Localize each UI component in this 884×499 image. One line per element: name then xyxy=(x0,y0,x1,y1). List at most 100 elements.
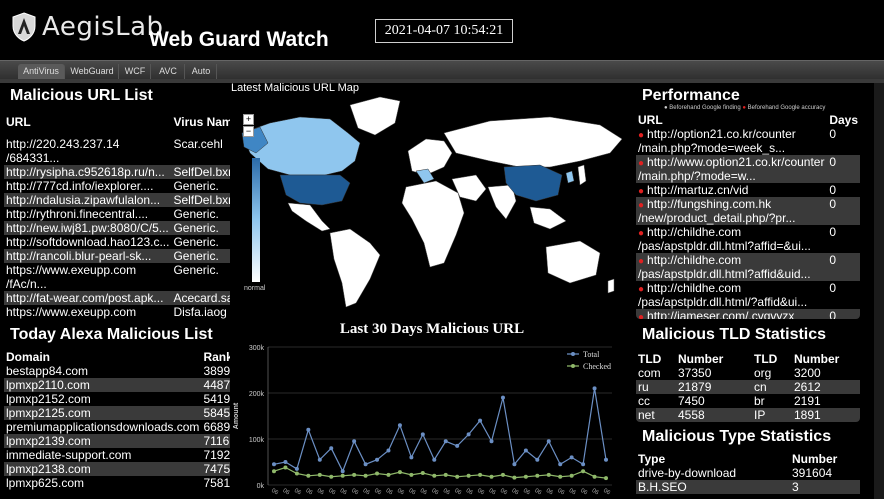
table-row[interactable]: ● http://www.option21.co.kr/counter /main… xyxy=(636,155,860,183)
table-row[interactable]: lpmxp2138.com 7475 xyxy=(4,462,230,476)
data-point-total xyxy=(466,432,471,437)
table-row[interactable]: ru 21879 cn 2612 xyxy=(636,380,860,394)
table-row[interactable]: premiumapplicationsdownloads.com 6689 xyxy=(4,420,230,434)
table-row[interactable]: lpmxp2139.com 7116 xyxy=(4,434,230,448)
data-point-checked xyxy=(558,474,563,479)
table-row[interactable]: ● http://fungshing.com.hk /new/product_de… xyxy=(636,197,860,225)
table-cell: 0 xyxy=(829,281,836,295)
table-cell: IP xyxy=(752,408,792,422)
malicious-url-list-panel: Malicious URL List URL Virus Name http:/… xyxy=(4,83,230,319)
data-point-total xyxy=(569,455,574,460)
data-point-total xyxy=(272,462,276,467)
data-point-checked xyxy=(512,475,517,480)
app-title: Web Guard Watch xyxy=(149,28,329,51)
cell-text: http://www.option21.co.kr/counter /main.… xyxy=(638,155,825,183)
table-row[interactable]: http://rancoli.blur-pearl-sk... Generic. xyxy=(4,249,230,263)
table-cell: lpmxp625.com xyxy=(6,476,85,490)
table-row[interactable]: http://softdownload.hao123.c... Generic. xyxy=(4,235,230,249)
x-tick-label: 06 xyxy=(293,488,302,497)
table-row[interactable]: https://www.exeupp.com /fAc/n... Generic. xyxy=(4,263,230,291)
table-row[interactable]: ● http://childhe.com /pas/apstpldr.dll.ht… xyxy=(636,281,860,309)
data-point-checked xyxy=(420,471,425,476)
cell-text: http://martuz.cn/vid xyxy=(647,183,749,197)
column-header: Number xyxy=(678,352,724,366)
table-cell: 6689 xyxy=(203,420,230,434)
table-row[interactable]: B.H.SEO 3 xyxy=(636,480,860,494)
table-row[interactable]: ● http://childhe.com /pas/apstpldr.dll.ht… xyxy=(636,253,860,281)
table-row[interactable]: lpmxp2110.com 4487 xyxy=(4,378,230,392)
y-tick-label: 200k xyxy=(249,391,265,398)
data-point-total xyxy=(604,457,608,462)
data-point-total xyxy=(363,462,368,467)
data-point-checked xyxy=(535,473,540,478)
table-row[interactable]: http://220.243.237.14 /684331... Scar.ceh… xyxy=(4,137,230,165)
table-row[interactable]: cc 7450 br 2191 xyxy=(636,394,860,408)
table-row[interactable]: https://www.exeupp.com Disfa.iaog xyxy=(4,305,230,319)
legend-finding: Beforehand Google finding xyxy=(669,105,741,111)
table-row[interactable]: bestapp84.com 3899 xyxy=(4,364,230,378)
table-row[interactable]: net 4558 IP 1891 xyxy=(636,408,860,422)
table-row[interactable]: ● http://option21.co.kr/counter /main.php… xyxy=(636,127,860,155)
table-cell: http://rancoli.blur-pearl-sk... xyxy=(4,249,172,263)
table-cell: ● http://childhe.com /pas/apstpldr.dll.ht… xyxy=(636,281,827,309)
data-point-checked xyxy=(455,474,460,479)
table-cell: 0 xyxy=(827,309,860,319)
table-cell: 7450 xyxy=(678,394,705,408)
zoom-out-button[interactable]: − xyxy=(243,126,254,137)
data-point-total xyxy=(581,462,586,467)
data-point-total xyxy=(352,439,357,444)
x-tick-label: 06 xyxy=(316,488,325,497)
x-tick-label: 06 xyxy=(476,488,485,497)
column-header: Rank xyxy=(203,350,230,364)
table-row[interactable]: http://ndalusia.zipawfulalon... SelfDel.b… xyxy=(4,193,230,207)
table-cell: http://new.iwj81.pw:8080/C/5... xyxy=(4,221,172,235)
table-row[interactable]: ● http://martuz.cn/vid 0 xyxy=(636,183,860,197)
x-tick-label: 06 xyxy=(556,488,565,497)
table-cell: http://rythroni.finecentral.... xyxy=(6,207,149,221)
table-row[interactable]: immediate-support.com 7192 xyxy=(4,448,230,462)
x-tick-label: 06 xyxy=(591,488,600,497)
world-map[interactable] xyxy=(230,83,634,319)
table-cell: 5845 xyxy=(201,406,230,420)
table-cell: ● http://www.option21.co.kr/counter /main… xyxy=(636,155,828,183)
table-cell: lpmxp2110.com xyxy=(4,378,202,392)
page-scrollbar[interactable] xyxy=(874,83,884,499)
zoom-in-button[interactable]: + xyxy=(243,114,254,125)
table-row[interactable]: http://rythroni.finecentral.... Generic. xyxy=(4,207,230,221)
cell-text: http://childhe.com /pas/apstpldr.dll.htm… xyxy=(638,225,811,253)
data-point-checked xyxy=(478,472,483,477)
tab-wcf[interactable]: WCF xyxy=(120,64,151,79)
table-row[interactable]: lpmxp2152.com 5419 xyxy=(4,392,230,406)
table-row[interactable]: http://new.iwj81.pw:8080/C/5... Generic. xyxy=(4,221,230,235)
column-header: URL xyxy=(638,113,663,127)
tab-webguard[interactable]: WebGuard xyxy=(66,64,119,79)
table-row[interactable]: lpmxp625.com 7581 xyxy=(4,476,230,490)
table-row[interactable]: drive-by-download 391604 xyxy=(636,466,860,480)
data-point-checked xyxy=(546,472,551,477)
data-point-total xyxy=(397,423,402,428)
x-tick-label: 06 xyxy=(396,488,405,497)
data-point-checked xyxy=(375,471,380,476)
column-header: URL xyxy=(6,115,31,129)
table-row[interactable]: com 37350 org 3200 xyxy=(636,366,860,380)
table-cell: 3 xyxy=(790,480,860,494)
tab-antivirus[interactable]: AntiVirus xyxy=(18,64,65,79)
table-row[interactable]: http://rysipha.c952618p.ru/n... SelfDel.b… xyxy=(4,165,230,179)
table-row[interactable]: lpmxp2125.com 5845 xyxy=(4,406,230,420)
table-cell: 3899 xyxy=(203,364,230,378)
tab-avc[interactable]: AVC xyxy=(152,64,185,79)
table-row[interactable]: http://777cd.info/iexplorer.... Generic. xyxy=(4,179,230,193)
table-cell: cn xyxy=(752,380,792,394)
x-tick-label: 06 xyxy=(304,488,313,497)
table-cell: SelfDel.bxn xyxy=(171,165,230,179)
table-row[interactable]: http://fat-wear.com/post.apk... Acecard.s… xyxy=(4,291,230,305)
x-tick-label: 06 xyxy=(545,488,554,497)
x-tick-label: 06 xyxy=(350,488,359,497)
table-row[interactable]: ● http://childhe.com /pas/apstpldr.dll.ht… xyxy=(636,225,860,253)
performance-table: URL Days ● http://option21.co.kr/counter … xyxy=(636,113,860,319)
table-row[interactable]: ● http://jameser.com/.cvgvyzx 0 xyxy=(636,309,860,319)
table-cell: https://www.exeupp.com /fAc/n... xyxy=(6,263,137,291)
table-cell: 2612 xyxy=(792,380,860,394)
table-cell: drive-by-download xyxy=(638,466,737,480)
tab-auto[interactable]: Auto xyxy=(186,64,217,79)
